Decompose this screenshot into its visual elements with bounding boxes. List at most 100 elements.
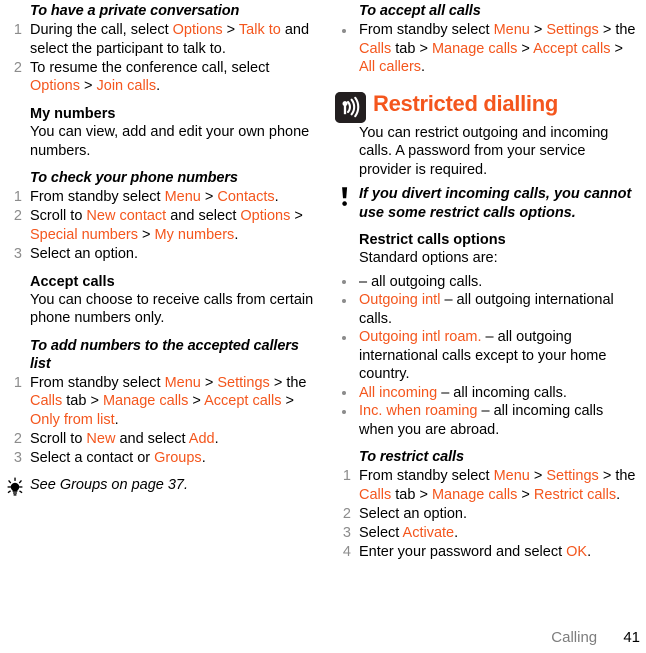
ui-keyword[interactable]: OK [566,544,587,560]
step-text: . [201,449,206,466]
ui-keyword[interactable]: Groups [154,450,202,466]
ui-keyword[interactable]: Settings [546,468,598,484]
step-text: . [587,543,592,560]
subsection-heading-my-numbers: My numbers [30,106,116,122]
ui-keyword[interactable]: Add [189,431,215,447]
body-paragraph-standard-options: Standard options are: [359,250,498,266]
note-block: If you divert incoming calls, you cannot… [331,185,640,222]
step-text: Select an option. [359,505,468,522]
step-number: 2 [342,505,351,522]
tip-text: See Groups on page 37. [30,477,189,493]
bullet-item: – all outgoing calls. [331,273,640,292]
ui-keyword[interactable]: Manage calls [432,41,517,57]
step-list: 1 From standby select Menu > Settings > t… [331,467,640,561]
step-text: Scroll to [30,208,87,224]
step-number: 2 [13,430,22,447]
footer-page-number: 41 [623,629,640,646]
ui-keyword[interactable]: New [86,431,115,447]
ui-keyword[interactable]: Options [30,78,80,94]
ui-keyword[interactable]: Accept calls [204,393,281,409]
step-text: > [200,189,218,205]
step-number: 1 [13,374,22,391]
step-item: 4 Enter your password and select OK. [331,543,640,562]
restrict-options-list: – all outgoing calls. Outgoing intl – all… [331,273,640,440]
step-text: > the [598,468,636,484]
step-text: From standby select [359,468,494,484]
ui-keyword[interactable]: Menu [165,189,201,205]
ui-keyword[interactable]: Settings [217,375,269,391]
step-text: From standby select [359,22,494,38]
bullet-dot-icon [342,391,346,395]
ui-keyword[interactable]: Options [173,22,223,38]
ui-keyword[interactable]: Inc. when roaming [359,403,477,419]
ui-keyword[interactable]: Calls [30,393,62,409]
step-text: . [114,411,119,428]
step-number: 3 [342,524,351,541]
step-item: 1 From standby select Menu > Settings > t… [2,374,315,430]
step-text: > [79,78,97,94]
ui-keyword[interactable]: Menu [494,22,530,38]
bullet-dot-icon [342,28,346,33]
procedure-title: To accept all calls [359,3,481,19]
ui-keyword[interactable]: Calls [359,487,391,503]
procedure-title: To add numbers to the accepted callers l… [30,337,299,372]
step-list: 1 During the call, select Options > Talk … [2,21,315,96]
step-text: . [214,430,219,447]
step-text: > [517,40,534,57]
step-item: 2 Scroll to New contact and select Option… [2,207,315,244]
step-text: > the [269,374,307,391]
ui-keyword[interactable]: Talk to [239,22,281,38]
ui-keyword[interactable]: New contact [86,208,166,224]
step-number: 3 [13,245,22,262]
ui-keyword[interactable]: Manage calls [103,393,188,409]
ui-keyword[interactable]: Outgoing intl [359,292,440,308]
step-text: > [290,208,303,224]
ui-keyword[interactable]: Manage calls [432,487,517,503]
ui-keyword[interactable]: Restrict calls [534,487,616,503]
step-item: 2 Select an option. [331,505,640,524]
ui-keyword[interactable]: All callers [359,59,421,75]
step-item: 2 To resume the conference call, select O… [2,59,315,96]
ui-keyword[interactable]: Only from list [30,412,115,428]
step-text: Select an option. [30,245,139,262]
ui-keyword[interactable]: Activate [403,525,455,541]
bullet-dot-icon [342,280,346,284]
ui-keyword[interactable]: Special numbers [30,227,138,243]
ui-keyword[interactable]: Menu [165,375,201,391]
step-text: Select a contact or [30,449,155,466]
ui-keyword[interactable]: Options [240,208,290,224]
bullet-item: Outgoing intl roam. – all outgoing inter… [331,328,640,384]
left-column: To have a private conversation 1 During t… [0,2,323,562]
page-footer: Calling 41 [0,629,646,647]
ui-keyword[interactable]: Calls [359,41,391,57]
ui-keyword[interactable]: My numbers [155,227,235,243]
ui-keyword[interactable]: All incoming [359,385,437,401]
body-paragraph-my-numbers: You can view, add and edit your own phon… [30,124,310,159]
step-text: > [529,468,547,484]
step-list: 1 From standby select Menu > Contacts. 2 Sc… [2,188,315,263]
ui-keyword[interactable]: Join calls [97,78,157,94]
exclamation-icon [339,186,351,208]
step-item: 3 Select Activate. [331,524,640,543]
step-text: . [156,78,161,94]
ui-keyword[interactable]: Outgoing intl roam. [359,329,482,345]
step-number: 2 [13,59,22,76]
ui-keyword[interactable]: Contacts [217,189,274,205]
ui-keyword[interactable]: Accept calls [533,41,610,57]
step-text: tab > [62,393,103,409]
ui-keyword[interactable]: Settings [546,22,598,38]
subsection-heading-accept-calls: Accept calls [30,273,115,290]
step-text: > [529,22,547,38]
section-heading-restricted-dialling: Restricted dialling [331,91,640,123]
step-item: 1 From standby select Menu > Settings > t… [331,467,640,504]
ui-keyword[interactable]: Menu [494,468,530,484]
step-number: 3 [13,449,22,466]
tip-block: See Groups on page 37. [2,476,315,496]
note-text: If you divert incoming calls, you cannot… [359,186,632,221]
procedure-title: To have a private conversation [30,3,240,19]
